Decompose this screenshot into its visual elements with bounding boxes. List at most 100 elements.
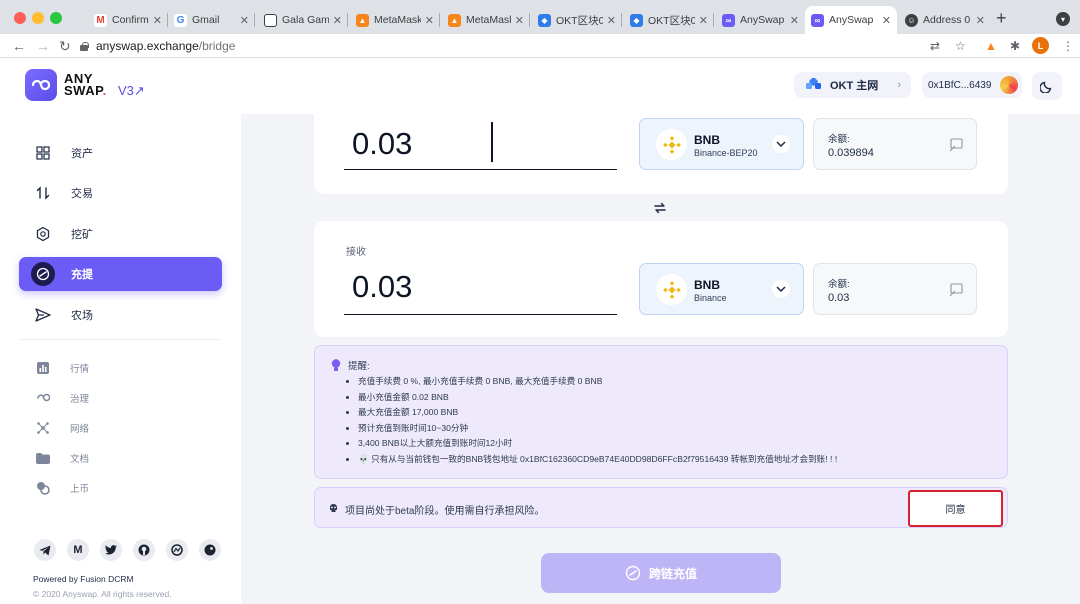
bridge-main-area: 0.03 BNB Binance-BEP20 余额: 0.039894 接收 0… <box>241 114 1080 604</box>
github-icon[interactable] <box>133 539 155 561</box>
account-button[interactable]: 0x1BfC...6439 <box>922 72 1022 98</box>
okx-icon: ◆ <box>630 13 643 27</box>
max-fill-icon[interactable] <box>949 283 963 297</box>
beta-warning: 项目尚处于beta阶段。使用需自行承担风险。 同意 <box>314 487 1008 528</box>
agree-button[interactable]: 同意 <box>908 490 1003 527</box>
sidebar-item-network[interactable]: 网络 <box>36 420 89 436</box>
sidebar-item-listing[interactable]: 上币 <box>36 480 89 496</box>
cross-chain-deposit-button[interactable]: 跨链充值 <box>541 553 781 593</box>
medium-icon[interactable]: M <box>67 539 89 561</box>
logo-wordmark: ANY SWAP. <box>64 71 107 98</box>
sidebar-item-assets[interactable]: 资产 <box>19 136 222 170</box>
google-icon: G <box>174 13 187 27</box>
coinmarketcap-icon[interactable] <box>166 539 188 561</box>
close-icon[interactable]: ✕ <box>333 14 342 27</box>
browser-tab[interactable]: ∞ AnySwap ✕ <box>716 6 805 34</box>
telegram-icon[interactable] <box>34 539 56 561</box>
sidebar: 资产 交易 挖矿 充提 农场 行情 治理 网络 文档 上币 M Powered … <box>0 114 241 604</box>
reload-icon[interactable]: ↻ <box>59 37 71 55</box>
minimize-window-button[interactable] <box>32 12 44 24</box>
balance-value: 0.03 <box>828 292 850 304</box>
swap-direction-icon[interactable] <box>653 202 667 214</box>
tab-title: Gmail <box>192 14 220 26</box>
to-token-selector[interactable]: BNB Binance <box>639 263 804 315</box>
powered-by-text: Powered by Fusion DCRM <box>33 574 134 584</box>
wallet-grid-icon <box>31 141 55 165</box>
notice-item: 充值手续费 0 %, 最小充值手续费 0 BNB, 最大充值手续费 0 BNB <box>345 374 837 390</box>
to-amount-field[interactable]: 0.03 <box>352 269 412 305</box>
chevron-down-icon <box>772 135 790 153</box>
more-menu-icon[interactable]: ⋮ <box>1062 38 1074 54</box>
close-icon[interactable]: ✕ <box>240 14 249 27</box>
close-icon[interactable]: ✕ <box>882 14 891 27</box>
bookmark-star-icon[interactable]: ☆ <box>955 38 966 54</box>
link-icon <box>36 391 50 405</box>
bnb-icon <box>656 129 687 160</box>
close-icon[interactable]: ✕ <box>699 14 708 27</box>
close-icon[interactable]: ✕ <box>607 14 616 27</box>
browser-tab-bar: M Confirm y ✕ G Gmail ✕ Gala Gam ✕ ▲ Met… <box>0 0 1080 36</box>
from-card: 0.03 BNB Binance-BEP20 余额: 0.039894 <box>314 114 1008 194</box>
tab-search-icon[interactable]: ▾ <box>1056 12 1070 26</box>
forward-icon[interactable]: → <box>36 37 50 55</box>
social-links: M <box>34 539 224 561</box>
from-amount-underline <box>344 169 617 170</box>
anyswap-logo-icon[interactable] <box>25 69 57 101</box>
sidebar-item-bridge[interactable]: 充提 <box>19 257 222 291</box>
browser-tab[interactable]: M Confirm y ✕ <box>88 6 168 34</box>
sidebar-item-label: 上币 <box>70 484 90 495</box>
tab-title: OKT区块0 <box>648 14 695 27</box>
version-link[interactable]: V3↗ <box>118 83 145 99</box>
max-fill-icon[interactable] <box>949 138 963 152</box>
sidebar-item-mining[interactable]: 挖矿 <box>19 217 222 251</box>
app-header: ANY SWAP. V3↗ OKT 主网 › 0x1BfC...6439 <box>0 58 1080 114</box>
browser-address-bar: ← → ↻ anyswap.exchange/bridge ⇄ ☆ ▲ ✱ ⋮ <box>0 34 1080 58</box>
new-tab-button[interactable]: + <box>996 9 1007 27</box>
balance-value: 0.039894 <box>828 147 874 159</box>
close-window-button[interactable] <box>14 12 26 24</box>
extensions-puzzle-icon[interactable]: ✱ <box>1010 38 1020 54</box>
maximize-window-button[interactable] <box>50 12 62 24</box>
browser-tab[interactable]: Gala Gam ✕ <box>258 6 348 34</box>
coins-icon <box>36 481 50 495</box>
metamask-extension-icon[interactable]: ▲ <box>985 38 997 54</box>
notice-item: 💀 只有从与当前钱包一致的BNB钱包地址 0x1BfC162360CD9eB74… <box>345 452 837 468</box>
close-icon[interactable]: ✕ <box>790 14 799 27</box>
sidebar-item-label: 治理 <box>70 394 90 405</box>
coingecko-icon[interactable] <box>199 539 221 561</box>
twitter-icon[interactable] <box>100 539 122 561</box>
close-icon[interactable]: ✕ <box>425 14 434 27</box>
close-icon[interactable]: ✕ <box>153 14 162 27</box>
browser-tab[interactable]: ☺ Address 0 ✕ <box>899 6 991 34</box>
browser-tab-active[interactable]: ∞ AnySwap ✕ <box>805 6 897 34</box>
from-amount-input[interactable]: 0.03 <box>352 126 412 162</box>
network-selector-button[interactable]: OKT 主网 › <box>794 72 911 98</box>
close-icon[interactable]: ✕ <box>515 14 524 27</box>
translate-icon[interactable]: ⇄ <box>930 38 940 54</box>
balance-label: 余额: <box>828 279 850 290</box>
sidebar-item-farm[interactable]: 农场 <box>19 298 222 332</box>
browser-tab[interactable]: ◆ OKT区块0 ✕ <box>532 6 622 34</box>
bnb-icon <box>656 274 687 305</box>
close-icon[interactable]: ✕ <box>976 14 985 27</box>
browser-tab[interactable]: ▲ MetaMask ✕ <box>442 6 530 34</box>
chevron-down-icon <box>772 280 790 298</box>
browser-tab[interactable]: ◆ OKT区块0 ✕ <box>624 6 714 34</box>
back-icon[interactable]: ← <box>12 37 26 55</box>
token-symbol: BNB <box>694 133 720 147</box>
to-balance-box: 余额: 0.03 <box>813 263 977 315</box>
browser-tab[interactable]: G Gmail ✕ <box>168 6 255 34</box>
sidebar-item-governance[interactable]: 治理 <box>36 390 89 406</box>
sidebar-item-market[interactable]: 行情 <box>36 360 89 376</box>
sidebar-item-docs[interactable]: 文档 <box>36 450 89 466</box>
browser-tab[interactable]: ▲ MetaMask ✕ <box>350 6 440 34</box>
notice-list: 充值手续费 0 %, 最小充值手续费 0 BNB, 最大充值手续费 0 BNB … <box>345 374 837 468</box>
sidebar-item-trade[interactable]: 交易 <box>19 176 222 210</box>
profile-avatar[interactable]: L <box>1032 37 1049 54</box>
sidebar-item-label: 农场 <box>71 310 93 322</box>
sidebar-item-label: 网络 <box>70 424 90 435</box>
from-token-selector[interactable]: BNB Binance-BEP20 <box>639 118 804 170</box>
url-field[interactable]: anyswap.exchange/bridge <box>80 36 924 56</box>
gmail-icon: M <box>94 13 107 27</box>
theme-toggle-button[interactable] <box>1032 72 1062 100</box>
